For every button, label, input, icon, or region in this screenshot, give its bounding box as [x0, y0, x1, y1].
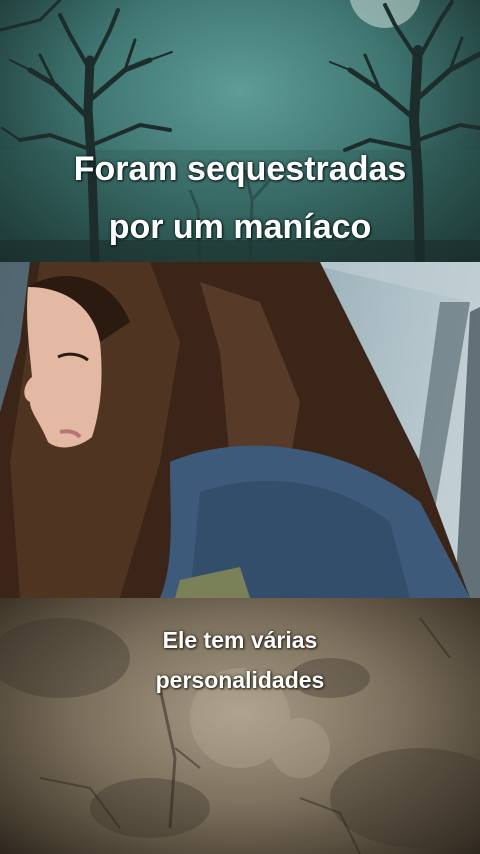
girl-in-car-photo	[0, 262, 480, 598]
top-caption-line-1: Foram sequestradas	[73, 150, 407, 188]
grunge-texture-panel: Ele tem várias personalidades	[0, 598, 480, 854]
top-caption: Foram sequestradas por um maníaco	[0, 140, 480, 256]
girl-in-car-panel	[0, 262, 480, 598]
forest-panel: Foram sequestradas por um maníaco	[0, 0, 480, 262]
bottom-caption-line-1: Ele tem várias	[162, 627, 318, 653]
bottom-caption: Ele tem várias personalidades	[0, 620, 480, 700]
bottom-caption-line-2: personalidades	[155, 667, 325, 693]
top-caption-line-2: por um maníaco	[108, 208, 372, 246]
video-frame: Foram sequestradas por um maníaco Ele te…	[0, 0, 480, 854]
